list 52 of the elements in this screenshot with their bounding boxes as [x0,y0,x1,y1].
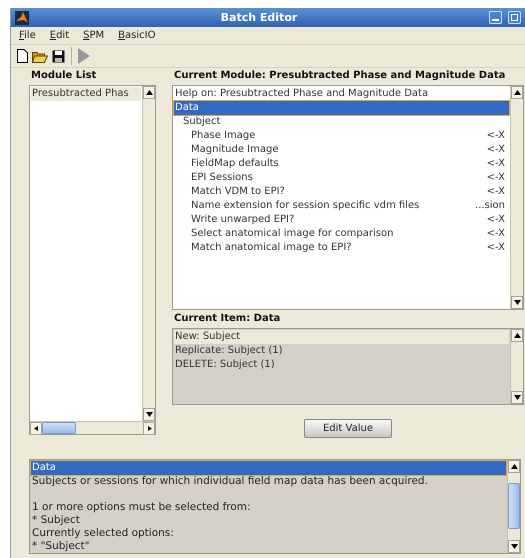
vertical-scrollbar[interactable] [510,86,523,309]
current-item-option[interactable]: DELETE: Subject (1) [174,358,509,372]
up-arrow-icon [514,333,520,338]
module-tree-item[interactable]: Data [174,101,509,115]
vertical-scrollbar[interactable] [507,460,520,553]
module-tree-item[interactable]: Subject [174,115,509,129]
help-text-line: Subjects or sessions for which individual field map data has been acquired. [31,475,429,488]
menu-item[interactable]: SPM [83,30,104,41]
horizontal-scrollbar[interactable] [30,421,155,434]
up-arrow-icon [510,464,518,469]
minimize-button[interactable] [489,11,502,24]
module-tree-item[interactable]: Write unwarped EPI? <-X [174,213,509,227]
window-title: Batch Editor [220,11,298,24]
module-tree-item[interactable]: Match VDM to EPI? <-X [174,185,509,199]
down-arrow-icon [146,412,152,417]
current-item-option[interactable]: New: Subject [174,330,509,344]
module-tree-item[interactable]: Magnitude Image <-X [174,143,509,157]
right-arrow-icon [146,426,152,431]
open-folder-icon[interactable] [32,50,48,62]
help-text-line: 1 or more options must be selected from: [31,501,252,514]
module-tree-item[interactable]: Help on: Presubtracted Phase and Magnitude Data [174,87,509,101]
current-item-option[interactable]: Replicate: Subject (1) [174,344,509,358]
module-list-heading: Module List [31,69,98,83]
help-text-line: * Subject [31,514,81,527]
current-module-heading: Current Module: Presubtracted Phase and Magnitude Data [174,69,506,83]
menu-item[interactable]: BasicIO [118,30,156,41]
module-tree-item[interactable]: EPI Sessions <-X [174,171,509,185]
vertical-scrollbar[interactable] [142,86,155,421]
left-arrow-icon [32,426,40,431]
help-text-line: * "Subject" [31,540,90,553]
help-text-line: Currently selected options: [31,527,175,540]
current-item-heading: Current Item: Data [174,312,282,326]
module-tree-item[interactable]: Select anatomical image for comparison <-X [174,227,509,241]
new-document-icon[interactable] [17,49,28,63]
down-arrow-icon [514,395,520,400]
module-tree-item[interactable]: Name extension for session specific vdm files ...sion [174,199,509,213]
edit-value-button[interactable]: Edit Value [304,419,392,438]
menu-item[interactable]: Edit [50,30,70,41]
up-arrow-icon [514,90,520,95]
maximize-icon [511,14,518,21]
module-tree-item[interactable]: Match anatomical image to EPI? <-X [174,241,509,255]
menu-item[interactable]: File [19,30,36,41]
maximize-button[interactable] [508,11,521,24]
module-tree-item[interactable]: Phase Image <-X [174,129,509,143]
down-arrow-icon [510,544,518,549]
module-list-item[interactable]: Presubtracted Phas [31,87,141,101]
vertical-scrollbar[interactable] [510,329,523,404]
help-heading[interactable]: Data [31,461,506,475]
module-tree-item[interactable]: FieldMap defaults <-X [174,157,509,171]
down-arrow-icon [514,300,520,305]
up-arrow-icon [146,90,152,95]
app-logo-icon [15,10,29,24]
